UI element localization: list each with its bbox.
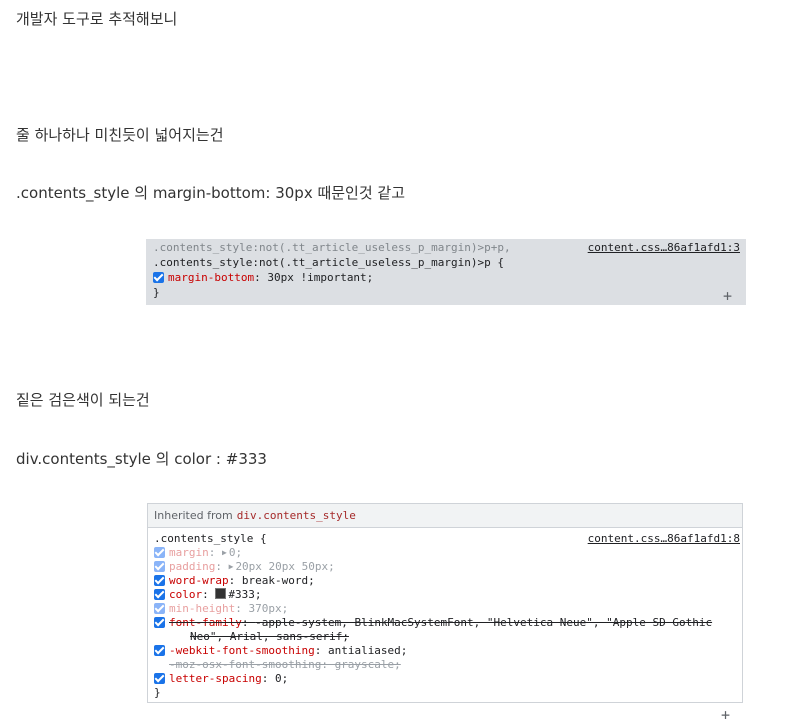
paragraph-line-spacing: 줄 하나하나 미친듯이 넓어지는건 <box>16 126 224 144</box>
property-name[interactable]: min-height <box>169 602 235 615</box>
property-name[interactable]: color <box>169 588 202 601</box>
declaration-color: color: #333; <box>154 588 742 602</box>
property-value[interactable]: #333; <box>228 588 261 601</box>
rule-close-brace: } <box>154 686 161 699</box>
checked-checkbox-icon[interactable] <box>154 645 165 656</box>
property-value[interactable]: 0; <box>229 546 242 559</box>
property-name[interactable]: letter-spacing <box>169 672 262 685</box>
devtools-rule-panel-margin: content.css…86af1afd1:3 .contents_style:… <box>146 239 746 305</box>
checked-checkbox-icon[interactable] <box>154 575 165 586</box>
declaration-font-family-cont: Neo", Arial, sans-serif; <box>154 630 742 644</box>
property-name[interactable]: margin-bottom <box>168 271 254 284</box>
property-text[interactable]: -moz-osx-font-smoothing: grayscale; <box>169 658 401 671</box>
checked-checkbox-icon[interactable] <box>154 617 165 628</box>
property-name[interactable]: font-family <box>169 616 242 629</box>
property-name[interactable]: -webkit-font-smoothing <box>169 644 315 657</box>
inherited-selector[interactable]: div.contents_style <box>237 509 356 522</box>
checked-checkbox-icon[interactable] <box>154 603 165 614</box>
property-value[interactable]: 30px !important; <box>267 271 373 284</box>
property-name[interactable]: margin <box>169 546 209 559</box>
declaration-webkit-font-smoothing: -webkit-font-smoothing: antialiased; <box>154 644 742 658</box>
paragraph-color-333: div.contents_style 의 color : #333 <box>16 450 267 468</box>
triangle-right-icon[interactable]: ▶ <box>229 562 234 571</box>
declaration-word-wrap: word-wrap: break-word; <box>154 574 742 588</box>
rule-selector: .contents_style { <box>154 532 267 545</box>
property-value[interactable]: 370px; <box>248 602 288 615</box>
declaration-padding: padding: ▶ 20px 20px 50px; <box>154 560 742 574</box>
rule-close-brace: } <box>153 286 160 299</box>
plus-icon[interactable]: + <box>721 708 730 723</box>
declaration-font-family: font-family: -apple-system, BlinkMacSyst… <box>154 616 742 630</box>
declaration-min-height: min-height: 370px; <box>154 602 742 616</box>
rule-selector-line-1: .contents_style:not(.tt_article_useless_… <box>153 241 511 254</box>
property-value[interactable]: 20px 20px 50px; <box>235 560 334 573</box>
property-name[interactable]: padding <box>169 560 215 573</box>
declaration-margin: margin: ▶ 0; <box>154 546 742 560</box>
rule-selector-line-2: .contents_style:not(.tt_article_useless_… <box>153 256 504 269</box>
checked-checkbox-icon[interactable] <box>154 561 165 572</box>
paragraph-devtools: 개발자 도구로 추적해보니 <box>16 10 178 28</box>
devtools-rule-panel-inherited: Inherited from div.contents_style content… <box>147 503 743 723</box>
triangle-right-icon[interactable]: ▶ <box>222 548 227 557</box>
property-name[interactable]: word-wrap <box>169 574 229 587</box>
property-value[interactable]: antialiased; <box>328 644 407 657</box>
checked-checkbox-icon[interactable] <box>153 272 164 283</box>
property-value[interactable]: 0; <box>275 672 288 685</box>
declaration-letter-spacing: letter-spacing: 0; <box>154 672 742 686</box>
plus-icon[interactable]: + <box>723 289 732 304</box>
checked-checkbox-icon[interactable] <box>154 547 165 558</box>
declaration-moz-osx-font-smoothing: -moz-osx-font-smoothing: grayscale; <box>154 658 742 672</box>
checked-checkbox-icon[interactable] <box>154 589 165 600</box>
color-swatch[interactable] <box>215 588 227 599</box>
inherited-label: Inherited from <box>154 509 233 522</box>
property-value[interactable]: break-word; <box>242 574 315 587</box>
paragraph-margin-bottom: .contents_style 의 margin-bottom: 30px 때문… <box>16 184 406 202</box>
paragraph-dark-color: 짙은 검은색이 되는건 <box>16 391 150 409</box>
property-value-continued[interactable]: Neo", Arial, sans-serif; <box>190 630 349 643</box>
property-value[interactable]: -apple-system, BlinkMacSystemFont, "Helv… <box>255 616 712 629</box>
checked-checkbox-icon[interactable] <box>154 673 165 684</box>
declaration-margin-bottom: margin-bottom: 30px !important; <box>153 270 746 285</box>
inherited-header: Inherited from div.contents_style <box>148 504 742 528</box>
